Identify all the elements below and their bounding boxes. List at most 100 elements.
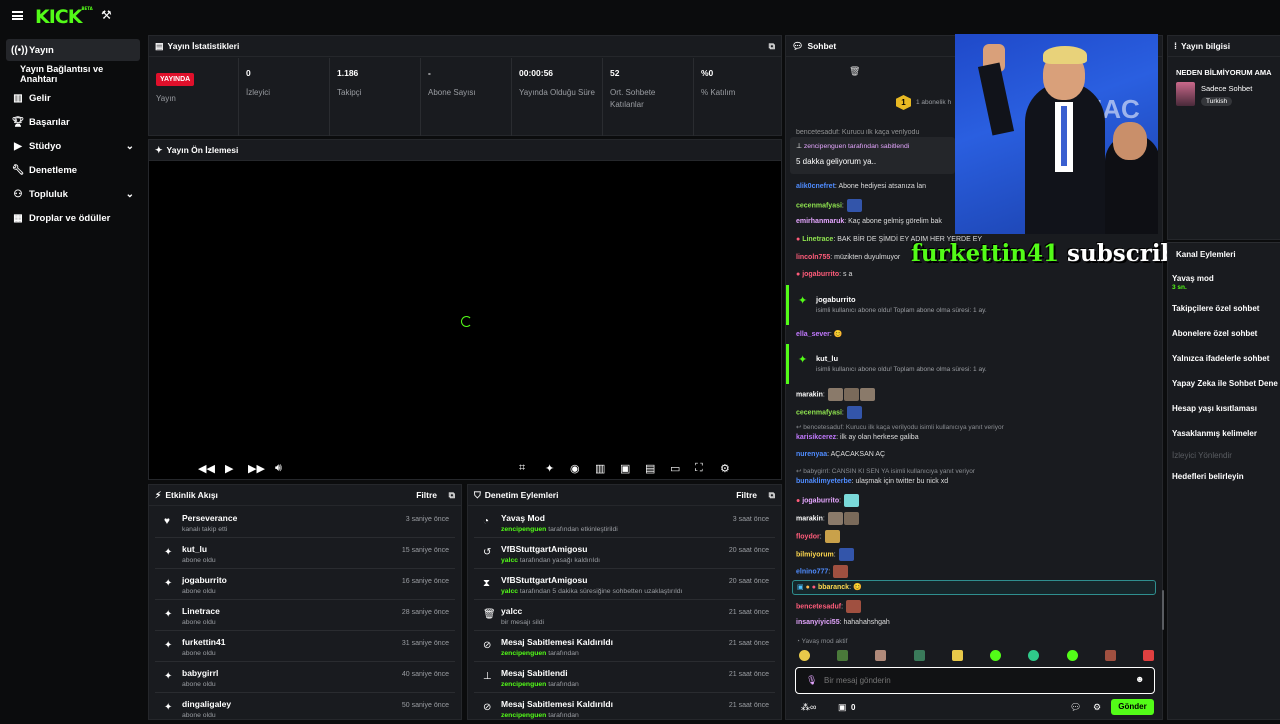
sidebar-item-droplar[interactable]: ▦ Droplar ve ödüller [6,207,140,229]
chat-username[interactable]: marakin [796,515,823,522]
trash-icon[interactable]: 🗑︎ [849,66,860,77]
chat-message[interactable]: bunaklimyeterbe: ulaşmak için twitter bu… [796,477,948,487]
sidebar-item-basarilar[interactable]: 🏆︎ Başarılar [6,111,140,133]
sidebar-item-stream-key[interactable]: Yayın Bağlantısı ve Anahtarı [6,63,140,85]
magic-icon[interactable]: ✦ [545,462,554,475]
sidebar-item-gelir[interactable]: ▥ Gelir [6,87,140,109]
playback-icon[interactable]: ◉ [570,462,580,475]
filter-button[interactable]: Filtre [416,490,437,500]
sidebar-item-studyo[interactable]: ▶ Stüdyo ⌄ [6,135,140,157]
chat-username[interactable]: jogaburrito [802,497,839,504]
emote-icon[interactable] [1142,650,1154,661]
chevron-down-icon[interactable]: ⌄ [126,141,134,152]
layout-icon[interactable]: ▤ [645,462,655,475]
gear-icon[interactable]: ⚙ [1093,702,1101,713]
rewind-icon[interactable]: ◀◀ [198,462,215,475]
pinned-message[interactable]: ⊥ zencipenguen tarafından sabitlendi 5 d… [790,137,955,174]
chat-username[interactable]: lincoln755 [796,254,830,261]
activity-row[interactable]: ✦ Linetrace abone oldu 28 saniye önce [155,601,455,631]
chat-username[interactable]: Linetrace [802,236,833,243]
volume-icon[interactable]: 🔊︎ [275,462,282,475]
chat-username[interactable]: cecenmafyasi [796,202,842,209]
chat-input[interactable]: 🎙︎ ☻ [795,667,1155,694]
chat-username[interactable]: insanyiyici55 [796,619,840,626]
chevron-down-icon[interactable]: ⌄ [126,189,134,200]
emote-icon[interactable] [913,650,925,661]
chat-message[interactable]: ● jogaburrito: [796,494,860,507]
action-account-age[interactable]: Hesap yaşı kısıtlaması [1172,404,1257,413]
emote-icon[interactable] [837,650,849,661]
chat-scrollbar[interactable] [1162,590,1164,630]
chat-username[interactable]: bencetesaduf [796,603,841,610]
popout-icon[interactable]: ⧉ [769,41,775,52]
chat-message[interactable]: ● jogaburrito: s a [796,270,852,280]
sidebar-item-denetleme[interactable]: 🔧︎ Denetleme [6,159,140,181]
chat-message[interactable]: emirhanmaruk: Kaç abone gelmiş görelim b… [796,217,942,227]
emoji-icon[interactable]: ☻ [1135,674,1144,684]
chat-message[interactable]: nurenyaa: AÇACAKSAN AÇ [796,450,885,460]
kick-logo[interactable]: KICKBETA [35,6,93,28]
chat-message[interactable]: marakin: [796,512,859,525]
gear-icon[interactable]: ⚙ [720,462,730,475]
sidebar-item-topluluk[interactable]: ⚇ Topluluk ⌄ [6,183,140,205]
chat-username[interactable]: karisikcerez [796,434,836,441]
chat-username[interactable]: cecenmafyasi [796,409,842,416]
popout-icon[interactable]: ⧉ [769,490,775,501]
moderation-row[interactable]: 🗑︎ yalcc bir mesajı sildi 21 saat önce [474,601,775,631]
emote-icon[interactable] [1028,650,1040,661]
emote-icon[interactable] [1104,650,1116,661]
sub-username[interactable]: kut_lu [816,354,838,363]
activity-row[interactable]: ✦ kut_lu abone oldu 15 saniye önce [155,539,455,569]
chat-username[interactable]: ella_sever [796,331,830,338]
chat-message[interactable]: cecenmafyasi: [796,199,862,212]
chat-message[interactable]: bencetesaduf: [796,600,862,613]
action-subscribers-only[interactable]: Abonelere özel sohbet [1172,329,1257,338]
activity-row[interactable]: ✦ jogaburrito abone oldu 16 saniye önce [155,570,455,600]
moderation-row[interactable]: ↺ VfBStuttgartAmigosu yalcc tarafından yas… [474,539,775,569]
pip-icon[interactable]: ▣ [620,462,630,475]
chat-username[interactable]: bbaranck [818,584,849,591]
chat-username[interactable]: emirhanmaruk [796,218,844,225]
chat-message[interactable]: cecenmafyasi: [796,406,862,419]
mic-icon[interactable]: 🎙︎ [806,675,817,686]
fast-forward-icon[interactable]: ▶▶ [248,462,265,475]
drops-icon[interactable]: ▣ [838,702,847,713]
fullscreen-icon[interactable]: ⛶ [695,462,703,475]
menu-icon[interactable] [12,11,23,20]
chat-message-input[interactable] [824,674,1124,687]
filter-button[interactable]: Filtre [736,490,757,500]
play-icon[interactable]: ▶ [225,462,233,475]
send-button[interactable]: Gönder [1111,699,1154,715]
chat-username[interactable]: alik0cnefret [796,183,835,190]
moderation-row[interactable]: ⊥ Mesaj Sabitlendi zencipenguen tarafından… [474,663,775,693]
chat-username[interactable]: elnino777 [796,568,828,575]
chat-message[interactable]: lincoln755: müzikten duyulmuyor [796,253,900,263]
chat-message[interactable]: elnino777: [796,565,849,578]
highlighted-message[interactable]: ▣ ● ● bbaranck: 😊 [792,580,1156,595]
chat-message[interactable]: marakin: [796,388,875,401]
sub-username[interactable]: jogaburrito [816,295,856,304]
emote-icon[interactable] [799,650,810,661]
crop-icon[interactable]: ⌗ [519,462,525,475]
activity-row[interactable]: ♥ Perseverance kanalı takip etti 3 saniye ö… [155,508,455,538]
moderation-row[interactable]: ⊘ Mesaj Sabitlemesi Kaldırıldı zencipengue… [474,632,775,662]
emote-icon[interactable] [1066,650,1078,661]
stream-category[interactable]: Sadece Sohbet [1201,84,1252,93]
chat-username[interactable]: nurenyaa [796,451,827,458]
chat-message[interactable]: bilmiyorum: [796,548,854,561]
points-icon[interactable]: ⁂∞ [801,702,816,713]
moderation-row[interactable]: ⧗ VfBStuttgartAmigosu yalcc tarafından 5 d… [474,570,775,600]
chat-message[interactable]: insanyiyici55: hahahahshgah [796,618,890,628]
chat-username[interactable]: jogaburrito [802,271,839,278]
moderation-row[interactable]: ◔ Yavaş Mod zencipenguen tarafından etkinl… [474,508,775,538]
sidebar-item-yayin[interactable]: ((•)) Yayın [6,39,140,61]
activity-row[interactable]: ✦ babygirrl abone oldu 40 saniye önce [155,663,455,693]
chat-message[interactable]: karisikcerez: ilk ay olan herkese galiba [796,433,919,443]
hammer-icon[interactable]: ⚒ [101,8,112,22]
action-slow-mode[interactable]: Yavaş mod 3 sn. [1172,274,1214,291]
chat-username[interactable]: floydor [796,533,820,540]
chat-message[interactable]: alik0cnefret: Abone hediyesi atsanıza la… [796,182,926,192]
popout-icon[interactable]: ⧉ [449,490,455,501]
stream-tag[interactable]: Turkish [1201,97,1233,106]
chat-username[interactable]: bunaklimyeterbe [796,478,852,485]
